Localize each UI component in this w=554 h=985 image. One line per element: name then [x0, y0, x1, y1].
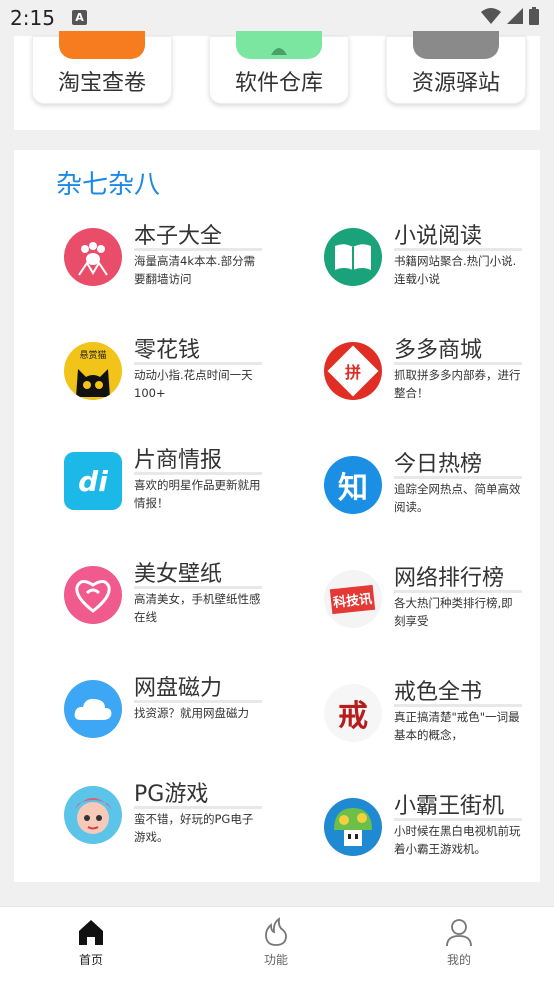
mushroom-icon — [324, 798, 382, 856]
status-time: 2:15 — [10, 6, 55, 30]
app-name: 多多商城 — [394, 338, 483, 363]
cloud-icon — [64, 680, 122, 738]
app-desc: 动动小指.花点时间一天100+ — [134, 368, 253, 400]
tool-label: 资源驿站 — [411, 71, 500, 96]
app-item-arcade[interactable]: 小霸王街机 小时候在黑白电视机前玩着小霸王游戏机。 — [324, 794, 554, 888]
app-item-hotlist[interactable]: 知 今日热榜 追踪全网热点、简单高效阅读。 — [324, 452, 554, 546]
nav-features[interactable]: 功能 — [226, 917, 326, 965]
divider — [134, 248, 262, 251]
notification-icon: A — [72, 10, 87, 25]
divider — [134, 806, 262, 809]
app-desc: 各大热门种类排行榜,即刻享受 — [394, 596, 513, 628]
app-desc: 蛮不错，好玩的PG电子游戏。 — [134, 812, 254, 844]
fire-icon — [265, 917, 287, 946]
divider — [134, 472, 262, 475]
nav-label: 我的 — [446, 953, 471, 965]
app-name: 小霸王街机 — [394, 794, 505, 819]
android-icon — [236, 31, 322, 59]
app-desc: 追踪全网热点、简单高效阅读。 — [394, 482, 521, 514]
nav-profile[interactable]: 我的 — [409, 917, 509, 965]
tool-label: 软件仓库 — [234, 71, 323, 96]
app-desc: 小时候在黑白电视机前玩着小霸王游戏机。 — [394, 824, 521, 856]
app-name: 网盘磁力 — [134, 676, 223, 701]
jie-icon: 戒 — [324, 684, 382, 742]
app-item-duoduo[interactable]: 拼 多多商城 抓取拼多多内部券，进行整合！ — [324, 338, 554, 432]
taobao-icon — [59, 31, 145, 59]
divider — [134, 700, 262, 703]
divider — [394, 248, 522, 251]
app-desc: 真正搞清楚"戒色"一词最基本的概念， — [394, 710, 520, 742]
app-item-wallpaper[interactable]: 美女壁纸 高清美女，手机壁纸性感在线 — [64, 562, 314, 656]
app-name: 美女壁纸 — [134, 562, 223, 587]
tool-resources[interactable]: 资源驿站 — [386, 31, 526, 104]
divider — [394, 476, 522, 479]
di-icon: di — [64, 452, 122, 510]
divider — [394, 818, 522, 821]
book-icon — [324, 228, 382, 286]
tool-software[interactable]: 软件仓库 — [209, 31, 349, 104]
tool-taobao[interactable]: 淘宝查卷 — [32, 31, 172, 104]
heart-icon — [64, 566, 122, 624]
game-character-icon — [64, 786, 122, 844]
app-name: 片商情报 — [134, 448, 223, 473]
app-name: 网络排行榜 — [394, 566, 505, 591]
app-item-ranking[interactable]: 科技讯 网络排行榜 各大热门种类排行榜,即刻享受 — [324, 566, 554, 660]
app-item-novel[interactable]: 小说阅读 书籍网站聚合.热门小说.连载小说 — [324, 224, 554, 318]
misc-card: 杂七杂八 本子大全 海量高清4k本本.部分需要翻墙访问 小说阅读 书籍网站聚合.… — [14, 150, 540, 882]
box-icon — [413, 31, 499, 59]
app-name: 今日热榜 — [394, 452, 483, 477]
app-item-pocketmoney[interactable]: 悬赏猫 零花钱 动动小指.花点时间一天100+ — [64, 338, 314, 432]
app-item-netdisk[interactable]: 网盘磁力 找资源？就用网盘磁力 — [64, 676, 314, 770]
divider — [394, 590, 522, 593]
pinduoduo-icon: 拼 — [324, 342, 382, 400]
app-item-filmnews[interactable]: di 片商情报 喜欢的明星作品更新就用情报！ — [64, 448, 314, 542]
app-name: 戒色全书 — [394, 680, 483, 705]
status-icons — [480, 6, 540, 26]
app-desc: 抓取拼多多内部券，进行整合！ — [394, 368, 521, 400]
app-name: 本子大全 — [134, 224, 223, 249]
nav-label: 功能 — [263, 953, 288, 965]
divider — [134, 362, 262, 365]
battery-icon — [529, 7, 539, 25]
app-desc: 找资源？就用网盘磁力 — [134, 706, 249, 720]
paw-icon — [64, 228, 122, 286]
zhihu-icon: 知 — [324, 456, 382, 514]
app-desc: 书籍网站聚合.热门小说.连载小说 — [394, 254, 517, 286]
app-name: 小说阅读 — [394, 224, 483, 249]
app-name: 零花钱 — [134, 338, 201, 363]
section-title: 杂七杂八 — [56, 170, 161, 200]
divider — [394, 362, 522, 365]
person-icon — [446, 919, 472, 947]
app-desc: 喜欢的明星作品更新就用情报！ — [134, 478, 261, 510]
cat-icon: 悬赏猫 — [64, 342, 122, 400]
nav-home[interactable]: 首页 — [41, 917, 141, 965]
tools-card: 淘宝查卷 软件仓库 资源驿站 — [14, 31, 540, 130]
app-item-quit[interactable]: 戒 戒色全书 真正搞清楚"戒色"一词最基本的概念， — [324, 680, 554, 774]
app-desc: 高清美女，手机壁纸性感在线 — [134, 592, 261, 624]
app-item-benzi[interactable]: 本子大全 海量高清4k本本.部分需要翻墙访问 — [64, 224, 314, 318]
techtalk-icon: 科技讯 — [324, 570, 382, 628]
app-item-pggame[interactable]: PG游戏 蛮不错，好玩的PG电子游戏。 — [64, 782, 314, 876]
divider — [394, 704, 522, 707]
nav-label: 首页 — [78, 953, 103, 965]
signal-icon — [507, 8, 523, 24]
app-desc: 海量高清4k本本.部分需要翻墙访问 — [134, 254, 256, 286]
tool-label: 淘宝查卷 — [57, 71, 146, 96]
home-icon — [79, 920, 103, 945]
bottom-nav: 首页 功能 我的 — [0, 906, 554, 985]
divider — [134, 586, 262, 589]
wifi-icon — [481, 8, 501, 24]
app-name: PG游戏 — [134, 782, 209, 807]
